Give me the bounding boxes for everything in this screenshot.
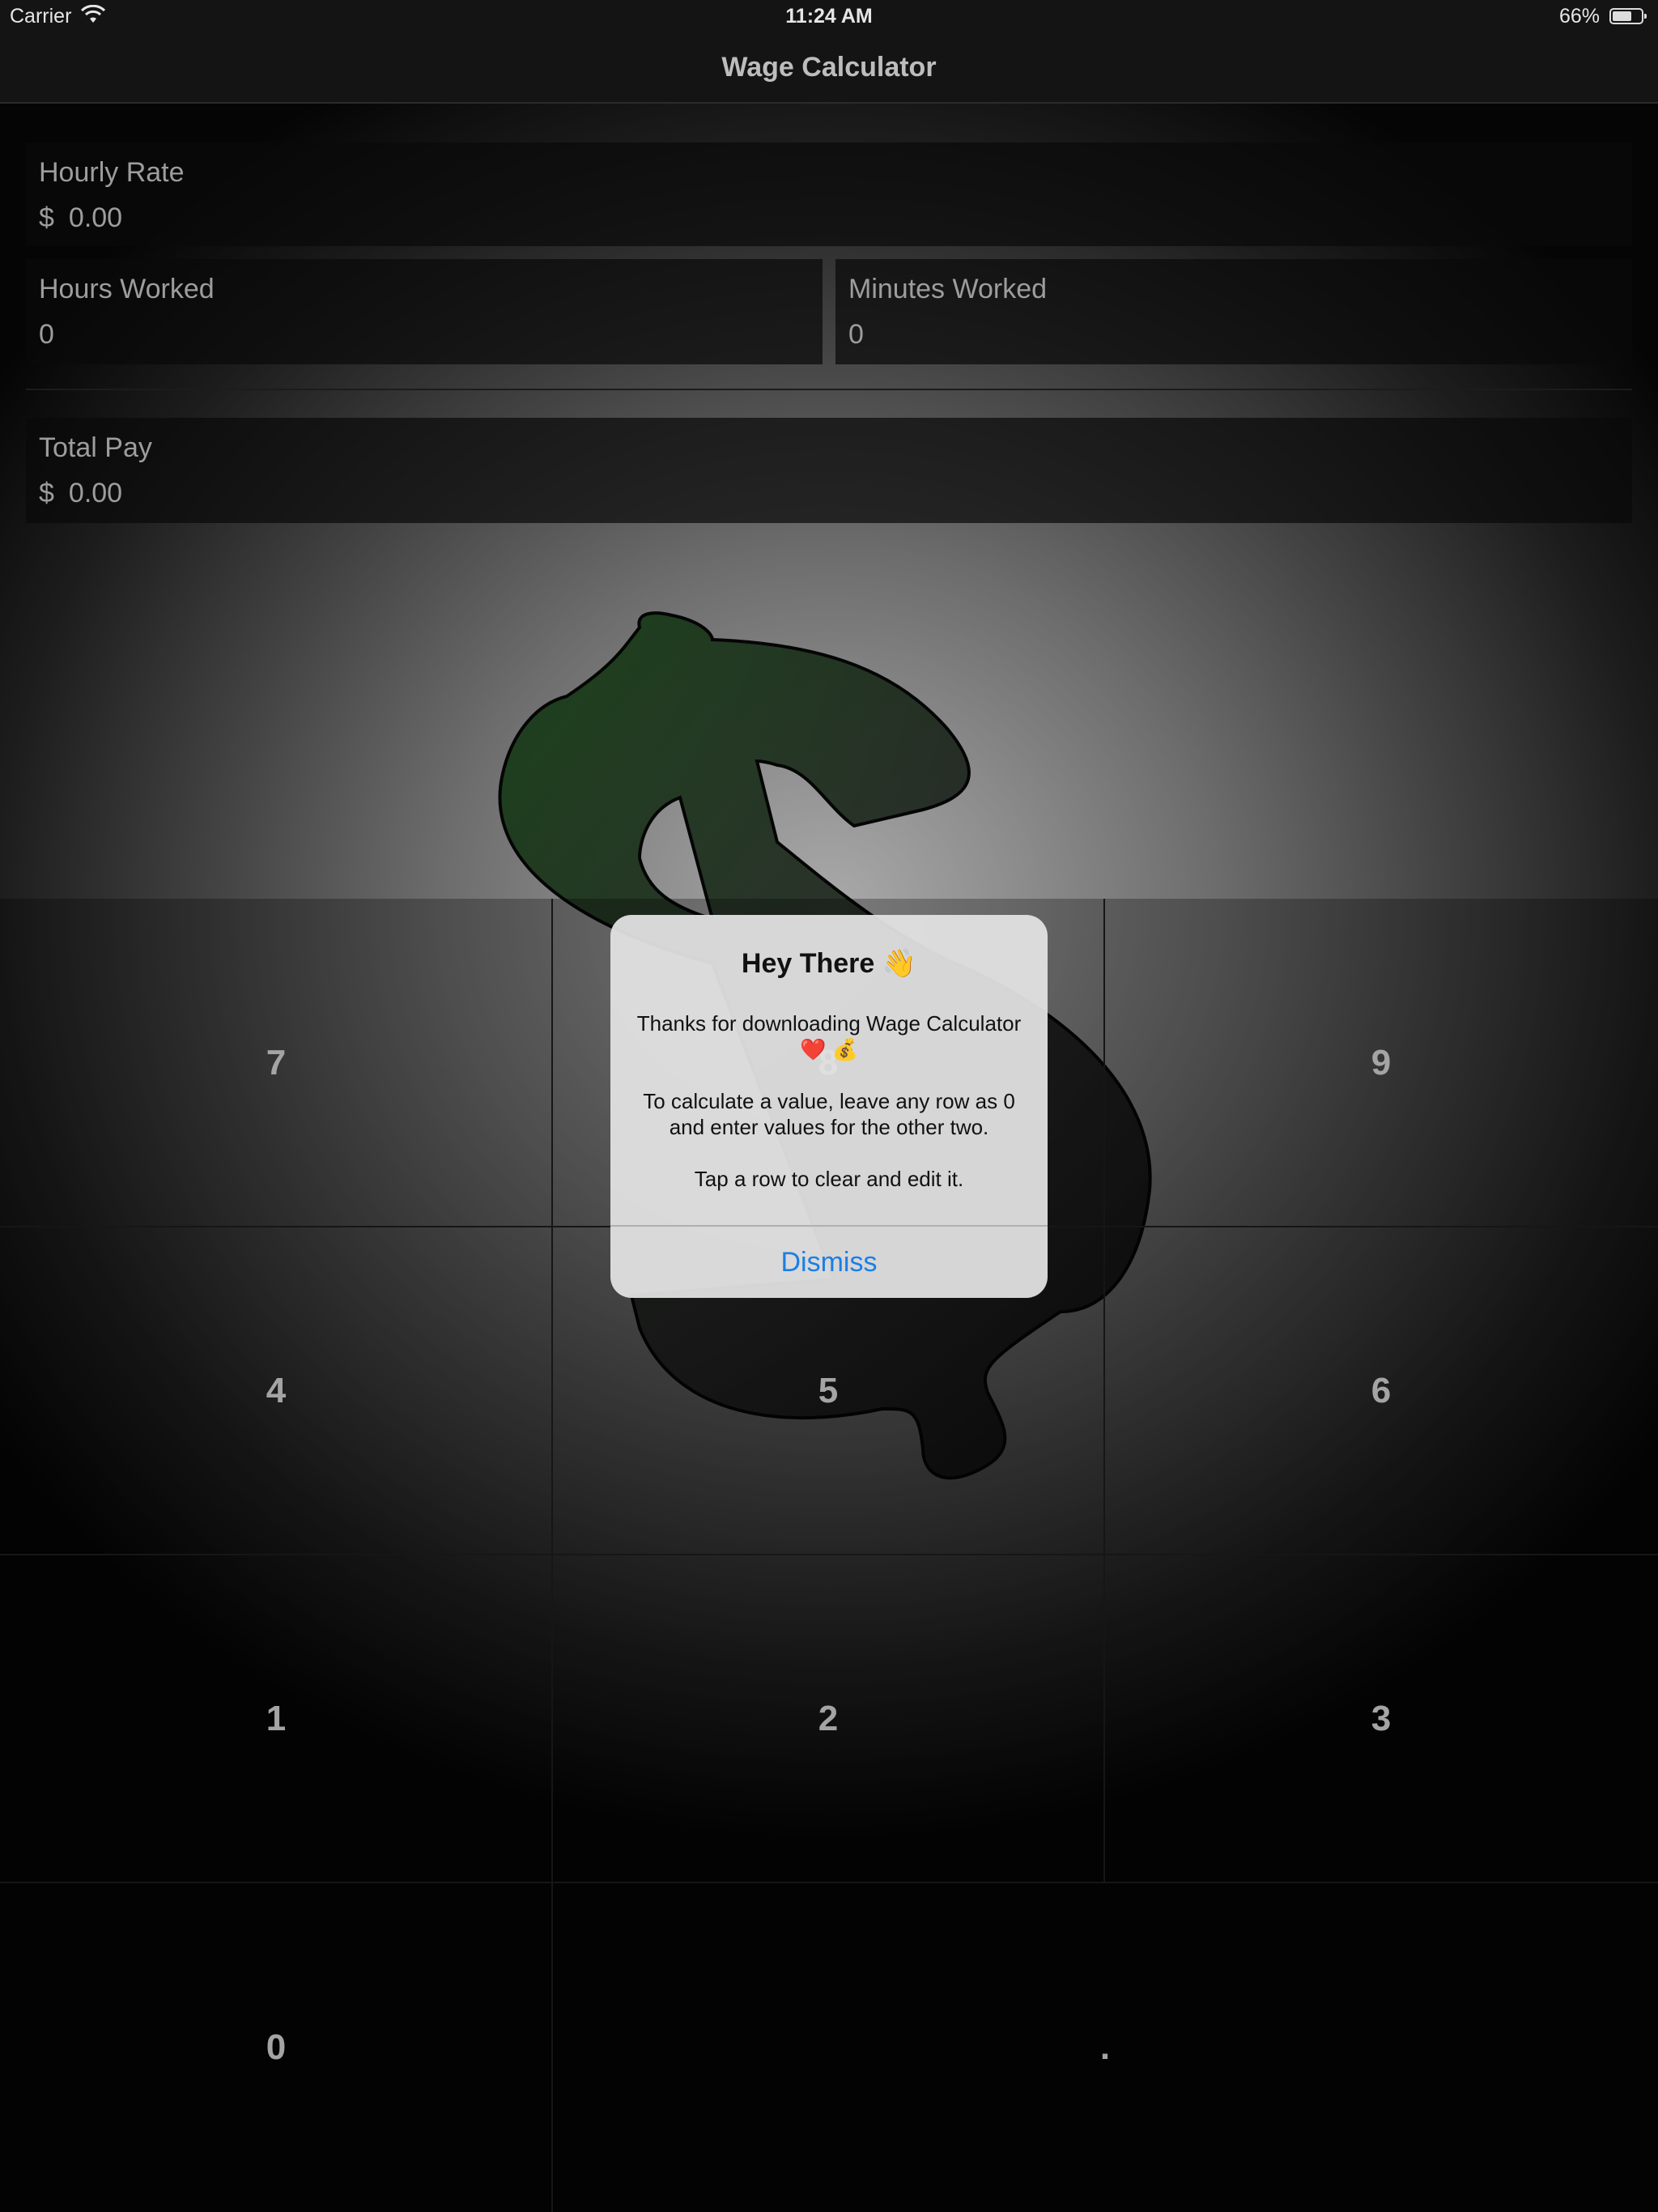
key-9[interactable]: 9 bbox=[1104, 899, 1658, 1227]
alert-message: Thanks for downloading Wage Calculator ❤… bbox=[636, 1011, 1022, 1191]
hourly-rate-label: Hourly Rate bbox=[39, 157, 185, 188]
key-0[interactable]: 0 bbox=[0, 1882, 552, 2212]
hours-worked-row[interactable]: Hours Worked 0 bbox=[26, 259, 823, 364]
hourly-rate-currency: $ bbox=[39, 202, 54, 233]
hours-worked-label: Hours Worked bbox=[39, 274, 215, 304]
key-3[interactable]: 3 bbox=[1104, 1555, 1658, 1882]
key-2[interactable]: 2 bbox=[552, 1555, 1104, 1882]
section-divider bbox=[26, 389, 1632, 390]
keypad-divider bbox=[0, 1554, 1658, 1555]
hourly-rate-row[interactable]: Hourly Rate $0.00 bbox=[26, 143, 1632, 246]
keypad-divider bbox=[551, 899, 553, 2212]
hours-worked-value: 0 bbox=[39, 319, 54, 350]
key-1[interactable]: 1 bbox=[0, 1555, 552, 1882]
hourly-rate-value: $0.00 bbox=[39, 202, 122, 234]
hourly-rate-amount: 0.00 bbox=[68, 202, 123, 233]
key-4[interactable]: 4 bbox=[0, 1227, 552, 1555]
alert-title: Hey There 👋 bbox=[741, 948, 917, 979]
keypad-divider bbox=[1103, 899, 1105, 1882]
dismiss-button[interactable]: Dismiss bbox=[610, 1227, 1048, 1298]
minutes-worked-label: Minutes Worked bbox=[848, 274, 1048, 304]
welcome-alert: Hey There 👋 Thanks for downloading Wage … bbox=[610, 915, 1048, 1298]
total-pay-amount: 0.00 bbox=[68, 478, 123, 508]
total-pay-value: $0.00 bbox=[39, 478, 122, 509]
total-pay-currency: $ bbox=[39, 478, 54, 508]
keypad-divider bbox=[0, 1882, 1658, 1883]
minutes-worked-value: 0 bbox=[848, 319, 864, 350]
minutes-worked-row[interactable]: Minutes Worked 0 bbox=[835, 259, 1632, 364]
key-decimal[interactable]: . bbox=[552, 1882, 1658, 2212]
total-pay-label: Total Pay bbox=[39, 432, 152, 463]
total-pay-row[interactable]: Total Pay $0.00 bbox=[26, 418, 1632, 523]
key-6[interactable]: 6 bbox=[1104, 1227, 1658, 1555]
key-7[interactable]: 7 bbox=[0, 899, 552, 1227]
